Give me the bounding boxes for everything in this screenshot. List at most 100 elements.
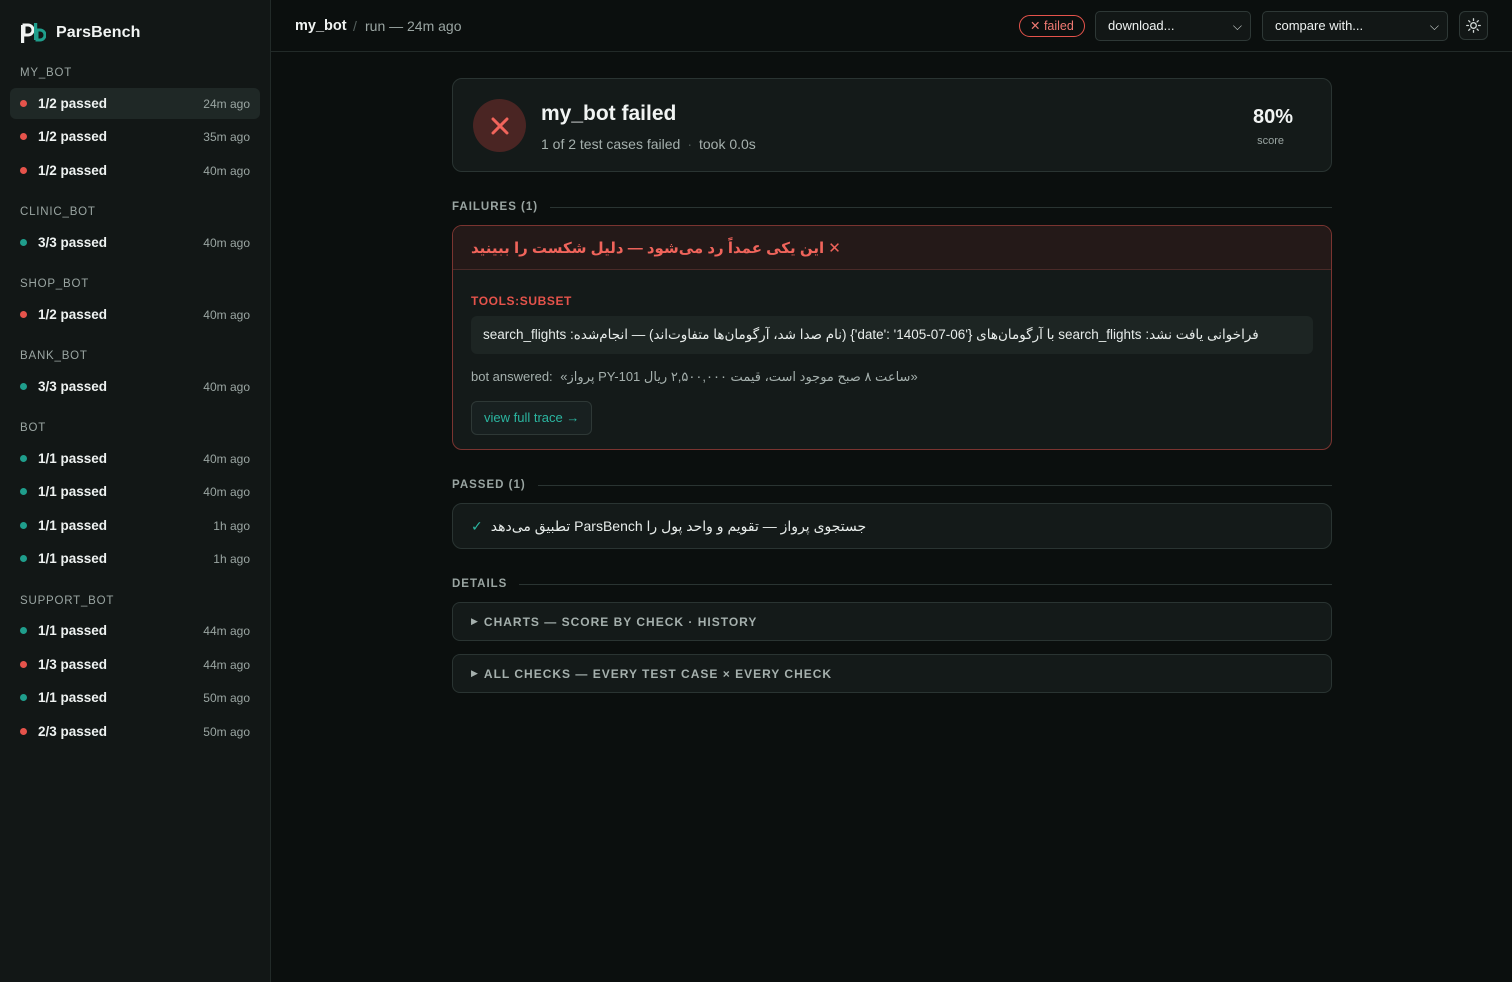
view-full-trace-button[interactable]: view full trace → xyxy=(471,401,593,435)
run-item[interactable]: 1/1 passed 50m ago xyxy=(10,682,260,713)
run-item[interactable]: 1/2 passed 24m ago xyxy=(10,88,260,119)
score-label: score xyxy=(1257,135,1284,147)
bot-answer-label: bot answered: xyxy=(471,369,553,384)
parsbench-logo-icon xyxy=(21,23,46,43)
run-item[interactable]: 1/1 passed 40m ago xyxy=(10,476,260,507)
status-dot-fail xyxy=(20,728,27,735)
run-item[interactable]: 3/3 passed 40m ago xyxy=(10,371,260,402)
run-label: 3/3 passed xyxy=(38,235,108,250)
run-time: 40m ago xyxy=(203,451,250,466)
summary-subtitle: 1 of 2 test cases failed · took 0.0s xyxy=(541,136,756,152)
summary-title: my_bot failed xyxy=(541,102,677,125)
run-label: 1/1 passed xyxy=(38,551,108,566)
run-label: 1/2 passed xyxy=(38,129,108,144)
run-time: 35m ago xyxy=(203,129,250,144)
group-title-shop-bot: SHOP_BOT xyxy=(20,278,90,290)
triangle-right-icon: ▶ xyxy=(471,616,478,626)
details-heading: DETAILS xyxy=(452,576,1332,592)
group-title-bank-bot: BANK_BOT xyxy=(20,350,88,362)
brand[interactable]: ParsBench xyxy=(20,22,141,44)
chevron-down-icon: ⌵ xyxy=(1232,19,1242,33)
chevron-down-icon: ⌵ xyxy=(1429,19,1439,33)
status-badge: ✕ failed xyxy=(1019,15,1085,37)
failure-card: ✕ این یکی عمداً رد می‌شود — دلیل شکست را… xyxy=(452,225,1332,450)
breadcrumb-bot[interactable]: my_bot xyxy=(295,18,347,34)
run-item[interactable]: 1/1 passed 1h ago xyxy=(10,543,260,574)
status-dot-pass xyxy=(20,488,27,495)
all-checks-details-toggle[interactable]: ▶ ALL CHECKS — EVERY TEST CASE × EVERY C… xyxy=(452,654,1332,693)
failed-count: 1 of 2 test cases failed xyxy=(541,136,681,152)
status-dot-pass xyxy=(20,239,27,246)
run-item[interactable]: 1/1 passed 1h ago xyxy=(10,510,260,541)
passed-heading-label: PASSED (1) xyxy=(452,479,526,491)
run-item[interactable]: 3/3 passed 40m ago xyxy=(10,227,260,258)
run-time: 40m ago xyxy=(203,307,250,322)
charts-details-label: CHARTS — SCORE BY CHECK · HISTORY xyxy=(483,614,758,629)
run-label: 2/3 passed xyxy=(38,724,108,739)
status-dot-pass xyxy=(20,694,27,701)
download-select-value: download... xyxy=(1108,18,1175,33)
run-label: 1/1 passed xyxy=(38,518,108,533)
run-label: 1/1 passed xyxy=(38,690,108,705)
status-dot-pass xyxy=(20,383,27,390)
run-item[interactable]: 1/1 passed 44m ago xyxy=(10,615,260,646)
duration: took 0.0s xyxy=(698,136,756,152)
failure-message-text: فراخوانی یافت نشد: search_flights با آرگ… xyxy=(483,327,1259,342)
run-label: 1/2 passed xyxy=(38,163,108,178)
run-time: 50m ago xyxy=(203,690,250,705)
compare-select[interactable]: compare with... ⌵ xyxy=(1262,11,1448,41)
details-heading-label: DETAILS xyxy=(452,578,508,590)
score-value: 80% xyxy=(1252,106,1293,128)
run-label: 3/3 passed xyxy=(38,379,108,394)
charts-details-toggle[interactable]: ▶ CHARTS — SCORE BY CHECK · HISTORY xyxy=(452,602,1332,641)
app-name: ParsBench xyxy=(56,24,141,41)
status-dot-pass xyxy=(20,627,27,634)
passed-test-label: جستجوی پرواز — تقویم و واحد پول را ParsB… xyxy=(490,517,867,534)
run-time: 24m ago xyxy=(203,96,250,111)
run-time: 40m ago xyxy=(203,163,250,178)
passed-test-case[interactable]: ✓ جستجوی پرواز — تقویم و واحد پول را Par… xyxy=(452,503,1332,549)
sidebar: ParsBench MY_BOT 1/2 passed 24m ago 1/2 … xyxy=(0,0,271,982)
status-dot-fail xyxy=(20,311,27,318)
run-item[interactable]: 1/2 passed 35m ago xyxy=(10,121,260,152)
run-item[interactable]: 2/3 passed 50m ago xyxy=(10,716,260,747)
run-summary-card: my_bot failed 1 of 2 test cases failed · t… xyxy=(452,78,1332,172)
run-time: 40m ago xyxy=(203,484,250,499)
run-item[interactable]: 1/3 passed 44m ago xyxy=(10,649,260,680)
run-item[interactable]: 1/2 passed 40m ago xyxy=(10,155,260,186)
bot-answer-text: «پرواز PY-101 ساعت ۸ صبح موجود است، قیمت… xyxy=(560,369,918,384)
run-time: 40m ago xyxy=(203,235,250,250)
divider xyxy=(550,206,1332,208)
run-time: 1h ago xyxy=(213,518,250,533)
topbar: my_bot / run — 24m ago ✕ failed download… xyxy=(271,0,1512,52)
sun-icon xyxy=(1466,18,1481,33)
failure-message: فراخوانی یافت نشد: search_flights با آرگ… xyxy=(471,316,1313,354)
theme-toggle-button[interactable] xyxy=(1459,11,1488,40)
group-title-support-bot: SUPPORT_BOT xyxy=(20,595,115,607)
failed-status-icon xyxy=(473,99,526,152)
divider xyxy=(519,583,1332,585)
run-label: 1/2 passed xyxy=(38,307,108,322)
run-label: 1/2 passed xyxy=(38,96,108,111)
failures-heading: FAILURES (1) xyxy=(452,199,1332,215)
status-dot-fail xyxy=(20,133,27,140)
run-label: 1/1 passed xyxy=(38,451,108,466)
run-time: 44m ago xyxy=(203,657,250,672)
download-select[interactable]: download... ⌵ xyxy=(1095,11,1251,41)
breadcrumb-run: run — 24m ago xyxy=(365,18,462,34)
run-time: 50m ago xyxy=(203,724,250,739)
group-title-bot: BOT xyxy=(20,422,47,434)
group-title-clinic-bot: CLINIC_BOT xyxy=(20,206,96,218)
failed-check-name: TOOLS:SUBSET xyxy=(471,294,572,308)
failures-heading-label: FAILURES (1) xyxy=(452,201,539,213)
run-time: 44m ago xyxy=(203,623,250,638)
bot-answer: bot answered: «پرواز PY-101 ساعت ۸ صبح م… xyxy=(471,369,918,385)
passed-heading: PASSED (1) xyxy=(452,477,1332,493)
breadcrumb-separator: / xyxy=(353,18,357,34)
failure-header: ✕ این یکی عمداً رد می‌شود — دلیل شکست را… xyxy=(453,226,1331,270)
status-dot-pass xyxy=(20,555,27,562)
check-icon: ✓ xyxy=(471,517,483,534)
run-item[interactable]: 1/2 passed 40m ago xyxy=(10,299,260,330)
compare-select-value: compare with... xyxy=(1275,18,1364,33)
run-item[interactable]: 1/1 passed 40m ago xyxy=(10,443,260,474)
